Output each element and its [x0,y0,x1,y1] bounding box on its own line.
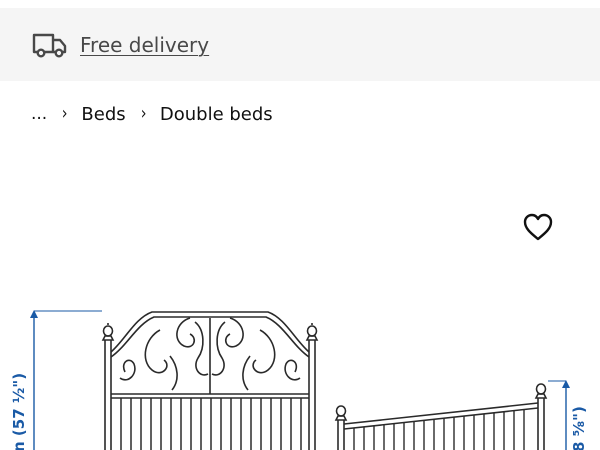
bed-frame-drawing: n (57 ½") 8 ⅝") [10,310,588,450]
height-dimension-left [30,310,102,450]
product-page: Free delivery ... › Beds › Double beds n… [0,0,600,450]
top-spacer [0,0,600,8]
delivery-banner[interactable]: Free delivery [0,8,600,81]
truck-icon [32,33,67,58]
chevron-right-icon: › [61,103,68,124]
breadcrumb: ... › Beds › Double beds [31,100,273,128]
save-to-favourites-button[interactable] [518,207,558,247]
breadcrumb-ellipsis[interactable]: ... [31,104,47,124]
height-dimension-right [548,380,570,450]
footboard-bars [353,410,525,450]
free-delivery-link[interactable]: Free delivery [80,33,209,57]
headboard-bars [120,398,302,450]
heart-icon [523,213,553,241]
height-dimension-right-label: 8 ⅝") [570,406,588,450]
breadcrumb-item-double-beds[interactable]: Double beds [160,104,273,125]
height-dimension-left-label: n (57 ½") [10,373,28,450]
chevron-right-icon: › [140,103,147,124]
breadcrumb-item-beds[interactable]: Beds [81,104,125,125]
headboard [101,311,319,450]
